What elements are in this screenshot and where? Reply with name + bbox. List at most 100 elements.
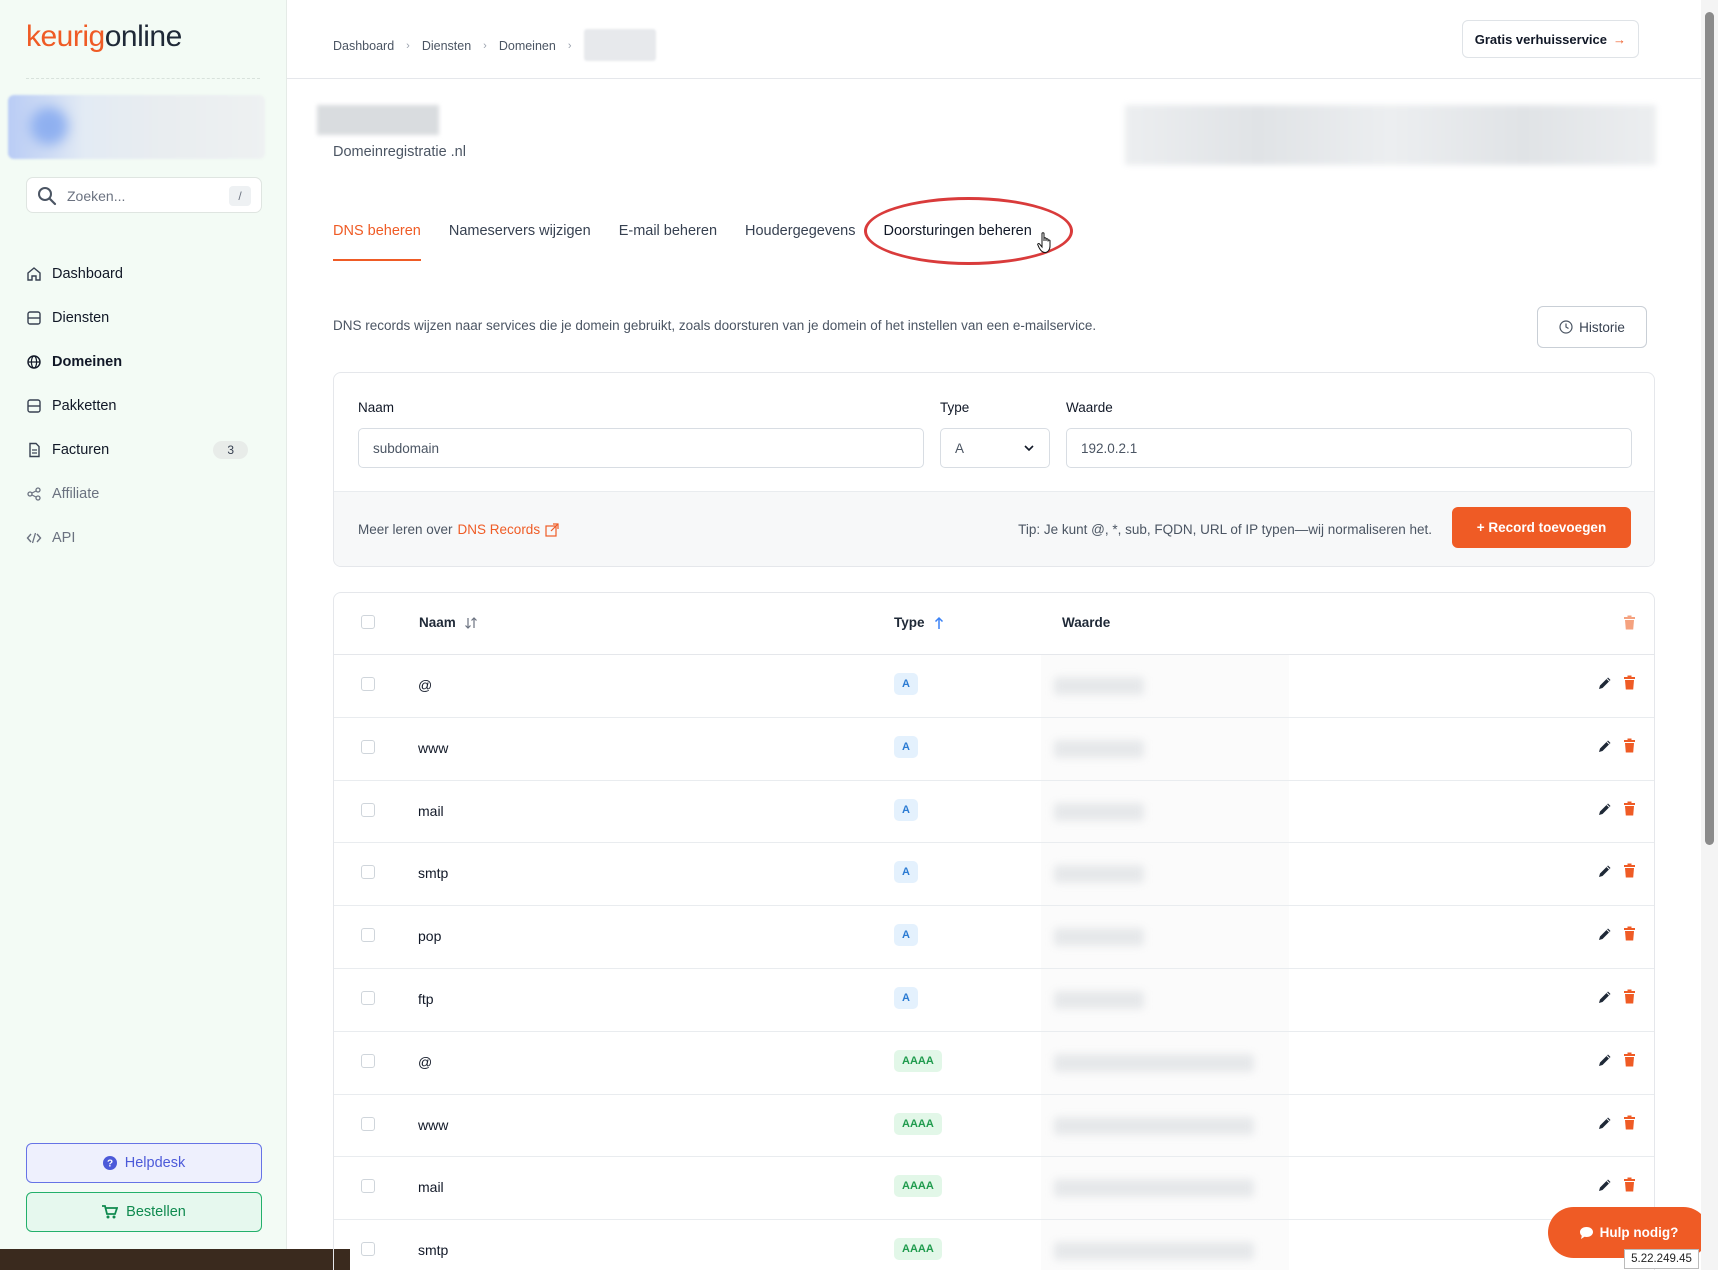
waarde-input-value: 192.0.2.1 xyxy=(1081,440,1138,456)
dns-records-link[interactable]: DNS Records xyxy=(458,522,541,537)
record-name: @ xyxy=(418,1053,433,1070)
sidebar-item-label: Domeinen xyxy=(52,354,123,370)
delete-trash-icon[interactable] xyxy=(1623,1177,1636,1192)
edit-pencil-icon[interactable] xyxy=(1597,926,1613,942)
tab-nameservers-wijzigen[interactable]: Nameservers wijzigen xyxy=(449,210,591,261)
domain-subtitle: Domeinregistratie .nl xyxy=(333,144,466,160)
type-label: Type xyxy=(940,400,970,415)
tab-houdergegevens[interactable]: Houdergegevens xyxy=(745,210,855,261)
edit-pencil-icon[interactable] xyxy=(1597,738,1613,754)
helpdesk-button[interactable]: ? Helpdesk xyxy=(26,1143,262,1183)
account-switcher[interactable] xyxy=(8,95,265,159)
sidebar-item-affiliate[interactable]: Affiliate xyxy=(26,472,262,516)
table-row: @ AAAA xyxy=(334,1032,1654,1095)
svg-text:?: ? xyxy=(107,1159,113,1170)
external-link-icon[interactable] xyxy=(545,522,559,537)
row-checkbox[interactable] xyxy=(361,802,375,817)
breadcrumb-dashboard[interactable]: Dashboard xyxy=(333,39,394,53)
edit-pencil-icon[interactable] xyxy=(1597,1052,1613,1068)
edit-pencil-icon[interactable] xyxy=(1597,1177,1613,1193)
sidebar-item-diensten[interactable]: Diensten xyxy=(26,296,262,340)
record-value-redacted xyxy=(1042,667,1288,705)
row-checkbox[interactable] xyxy=(361,865,375,880)
record-value-redacted xyxy=(1042,1107,1288,1145)
clock-icon xyxy=(1559,320,1573,334)
breadcrumb-domeinen[interactable]: Domeinen xyxy=(499,39,556,53)
type-header-label: Type xyxy=(894,615,925,630)
logo[interactable]: keurigonline xyxy=(26,20,182,54)
document-icon xyxy=(26,442,42,458)
edit-pencil-icon[interactable] xyxy=(1597,1115,1613,1131)
delete-trash-icon[interactable] xyxy=(1623,675,1636,690)
tab-doorsturingen-beheren[interactable]: Doorsturingen beheren xyxy=(883,210,1031,261)
hand-cursor-icon xyxy=(1037,232,1051,254)
tab-email-beheren[interactable]: E-mail beheren xyxy=(619,210,717,261)
waarde-input[interactable]: 192.0.2.1 xyxy=(1066,428,1632,468)
row-checkbox[interactable] xyxy=(361,677,375,691)
topbar: Dashboard › Diensten › Domeinen › Gratis… xyxy=(287,0,1701,79)
breadcrumb-diensten[interactable]: Diensten xyxy=(422,39,471,53)
type-select[interactable]: A xyxy=(940,428,1050,468)
edit-pencil-icon[interactable] xyxy=(1597,675,1613,691)
select-all-checkbox[interactable] xyxy=(361,615,375,629)
row-checkbox[interactable] xyxy=(361,1053,375,1068)
free-migration-button[interactable]: Gratis verhuisservice → xyxy=(1461,20,1639,58)
row-checkbox[interactable] xyxy=(361,739,375,754)
waarde-label: Waarde xyxy=(1066,400,1113,415)
sidebar-item-api[interactable]: API xyxy=(26,516,262,560)
record-name: www xyxy=(418,739,449,756)
search-input[interactable]: Zoeken... / xyxy=(26,177,262,213)
sidebar-item-label: Facturen xyxy=(52,442,110,458)
sidebar-item-dashboard[interactable]: Dashboard xyxy=(26,252,262,296)
add-record-button[interactable]: + Record toevoegen xyxy=(1452,507,1631,548)
dns-records-table: Naam Type Waarde @ Awww Amail Asmtp Apop Aftp… xyxy=(333,592,1655,1270)
record-name: smtp xyxy=(418,865,449,882)
row-checkbox[interactable] xyxy=(361,1242,375,1257)
naam-input[interactable]: subdomain xyxy=(358,428,924,468)
delete-trash-icon[interactable] xyxy=(1623,738,1636,753)
record-name: mail xyxy=(418,1179,444,1196)
table-row: mail A xyxy=(334,781,1654,844)
row-checkbox[interactable] xyxy=(361,928,375,943)
bestellen-label: Bestellen xyxy=(126,1204,186,1220)
logo-part-1: keurig xyxy=(26,20,105,53)
row-checkbox[interactable] xyxy=(361,1179,375,1194)
input-tip: Tip: Je kunt @, *, sub, FQDN, URL of IP … xyxy=(1018,522,1432,537)
edit-pencil-icon[interactable] xyxy=(1597,989,1613,1005)
bestellen-button[interactable]: Bestellen xyxy=(26,1192,262,1232)
delete-trash-icon[interactable] xyxy=(1623,1115,1636,1130)
sidebar-item-facturen[interactable]: Facturen 3 xyxy=(26,428,262,472)
search-icon xyxy=(38,187,57,206)
tab-dns-beheren[interactable]: DNS beheren xyxy=(333,210,421,261)
edit-pencil-icon[interactable] xyxy=(1597,801,1613,817)
record-name: ftp xyxy=(418,990,434,1007)
edit-pencil-icon[interactable] xyxy=(1597,863,1613,879)
arrow-right-icon: → xyxy=(1613,31,1626,47)
form-footer: Meer leren over DNS Records Tip: Je kunt… xyxy=(334,491,1654,566)
table-header: Naam Type Waarde xyxy=(334,593,1654,655)
record-type: A xyxy=(894,798,918,821)
sidebar-item-label: Affiliate xyxy=(52,486,100,502)
bulk-delete-icon[interactable] xyxy=(1623,615,1636,633)
delete-trash-icon[interactable] xyxy=(1623,1052,1636,1067)
historie-button[interactable]: Historie xyxy=(1537,306,1647,348)
sort-arrows-icon xyxy=(464,616,477,629)
row-actions xyxy=(1597,738,1636,754)
record-type-badge: A xyxy=(894,735,918,758)
row-checkbox[interactable] xyxy=(361,1116,375,1131)
scrollbar-thumb[interactable] xyxy=(1705,12,1714,845)
sort-type-header[interactable]: Type xyxy=(894,615,945,630)
delete-trash-icon[interactable] xyxy=(1623,926,1636,941)
delete-trash-icon[interactable] xyxy=(1623,801,1636,816)
row-actions xyxy=(1597,675,1636,691)
sidebar-item-pakketten[interactable]: Pakketten xyxy=(26,384,262,428)
delete-trash-icon[interactable] xyxy=(1623,863,1636,878)
sort-naam-header[interactable]: Naam xyxy=(419,615,478,630)
scrollbar[interactable] xyxy=(1701,0,1718,1270)
invoice-count-badge: 3 xyxy=(213,441,248,459)
sidebar-item-domeinen[interactable]: Domeinen xyxy=(26,340,262,384)
row-checkbox[interactable] xyxy=(361,990,375,1005)
record-type: A xyxy=(894,735,918,758)
record-type-badge: AAAA xyxy=(894,1175,942,1198)
delete-trash-icon[interactable] xyxy=(1623,989,1636,1004)
